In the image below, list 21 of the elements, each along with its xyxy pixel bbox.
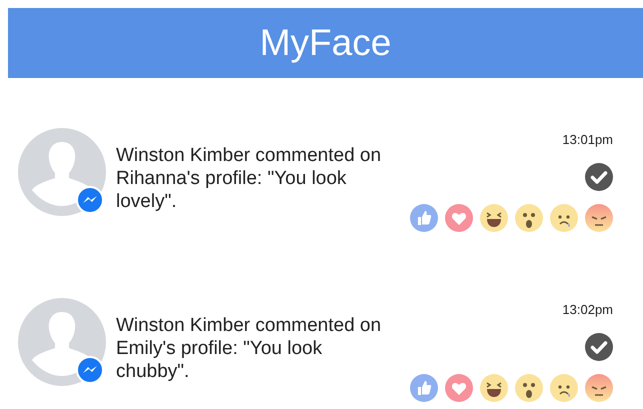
messenger-icon — [76, 186, 104, 214]
checkmark-icon[interactable] — [585, 333, 613, 361]
timestamp: 13:02pm — [562, 302, 613, 317]
messenger-icon — [76, 356, 104, 384]
sad-face-icon[interactable] — [550, 374, 578, 402]
angry-face-icon[interactable] — [585, 374, 613, 402]
checkmark-icon[interactable] — [585, 163, 613, 191]
notification-text: Winston Kimber commented on Emily's profile: "You look chubby". — [116, 314, 382, 383]
laughing-face-icon[interactable] — [480, 374, 508, 402]
sad-face-icon[interactable] — [550, 204, 578, 232]
angry-face-icon[interactable] — [585, 204, 613, 232]
timestamp: 13:01pm — [562, 132, 613, 147]
thumbs-up-icon[interactable] — [410, 374, 438, 402]
notification-text: Winston Kimber commented on Rihanna's profile: "You look lovely". — [116, 144, 382, 213]
thumbs-up-icon[interactable] — [410, 204, 438, 232]
app-title: MyFace — [260, 22, 392, 64]
avatar-icon — [18, 298, 106, 386]
surprised-face-icon[interactable] — [515, 374, 543, 402]
laughing-face-icon[interactable] — [480, 204, 508, 232]
avatar-icon — [18, 128, 106, 216]
surprised-face-icon[interactable] — [515, 204, 543, 232]
